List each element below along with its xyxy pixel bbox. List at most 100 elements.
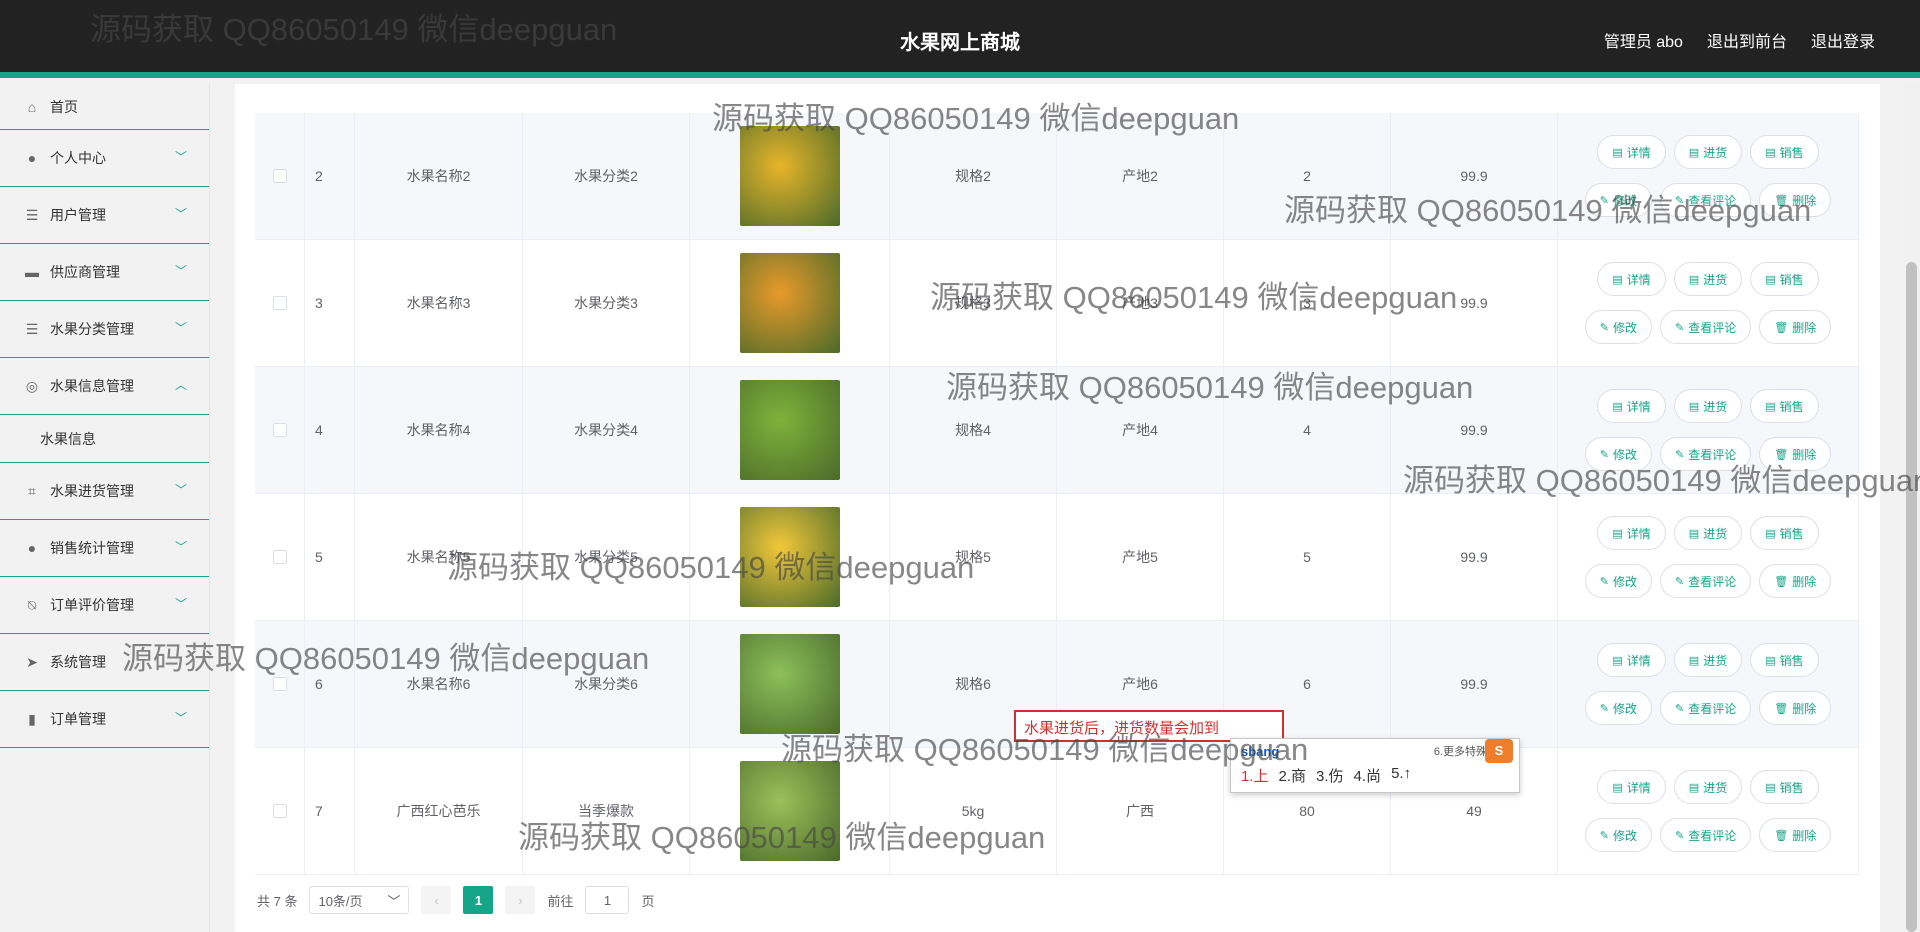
fruit-name: 水果名称2 [355, 113, 523, 239]
stock-button[interactable]: ▤ 进货 [1673, 516, 1743, 550]
delete-label: 删除 [1792, 574, 1817, 589]
detail-button[interactable]: ▤ 详情 [1597, 643, 1666, 677]
stock-button[interactable]: ▤ 进货 [1673, 770, 1743, 804]
sell-button[interactable]: ▤ 销售 [1750, 135, 1819, 169]
sidebar-item-reviews[interactable]: ⍉ 订单评价管理 ﹀ [0, 577, 209, 634]
sell-button[interactable]: ▤ 销售 [1750, 770, 1819, 804]
view-reviews-button[interactable]: ✎ 查看评论 [1660, 437, 1752, 471]
sell-button[interactable]: ▤ 销售 [1750, 643, 1819, 677]
sell-button[interactable]: ▤ 销售 [1750, 516, 1819, 550]
row-select-cell [255, 367, 305, 493]
edit-button[interactable]: ✎ 修改 [1584, 564, 1652, 598]
fruit-image [739, 380, 840, 480]
sogou-logo-icon: S [1485, 739, 1513, 763]
edit-button[interactable]: ✎ 修改 [1584, 183, 1652, 217]
delete-button[interactable]: 🗑 删除 [1759, 310, 1832, 344]
fruit-category: 水果分类2 [523, 113, 690, 239]
ime-candidate-window[interactable]: sbang 6.更多特殊符号 1.上 2.商 3.伤 4.尚 5.↑ S [1230, 738, 1520, 793]
admin-label[interactable]: 管理员 abo [1604, 28, 1683, 52]
prev-page-button[interactable]: ‹ [421, 886, 452, 914]
edit-button[interactable]: ✎ 修改 [1584, 818, 1652, 852]
page-size-select[interactable]: 10条/页 ﹀ [309, 886, 410, 914]
stock-button[interactable]: ▤ 进货 [1673, 389, 1743, 423]
edit-button[interactable]: ✎ 修改 [1584, 310, 1652, 344]
sidebar-item-fruit-info[interactable]: ◎ 水果信息管理 ︿ [0, 358, 209, 415]
chevron-down-icon: ﹀ [174, 264, 187, 278]
ime-candidate[interactable]: 4.尚 [1354, 765, 1382, 786]
stock-button[interactable]: ▤ 进货 [1673, 262, 1743, 296]
ime-candidate[interactable]: 2.商 [1279, 765, 1307, 786]
stock-button[interactable]: ▤ 进货 [1673, 643, 1743, 677]
fruit-quantity: 5 [1224, 494, 1391, 620]
list-icon: ☰ [25, 320, 39, 337]
delete-button[interactable]: 🗑 删除 [1759, 691, 1832, 725]
delete-button[interactable]: 🗑 删除 [1759, 437, 1832, 471]
sell-button[interactable]: ▤ 销售 [1750, 389, 1819, 423]
ime-candidate[interactable]: 1.上 [1241, 765, 1269, 786]
row-index: 4 [305, 367, 355, 493]
fruit-origin: 产地5 [1057, 494, 1224, 620]
fruit-spec: 规格5 [890, 494, 1057, 620]
fruit-origin: 产地4 [1057, 367, 1224, 493]
edit-icon: ✎ [1675, 448, 1685, 461]
document-icon: ▤ [1765, 146, 1776, 159]
fruit-category: 水果分类5 [523, 494, 690, 620]
edit-icon: ✎ [1675, 575, 1685, 588]
delete-button[interactable]: 🗑 删除 [1759, 818, 1832, 852]
sidebar-item-system[interactable]: ➤ 系统管理 [0, 634, 209, 691]
delete-button[interactable]: 🗑 删除 [1759, 564, 1832, 598]
delete-label: 删除 [1792, 447, 1817, 462]
edit-button[interactable]: ✎ 修改 [1584, 437, 1652, 471]
row-checkbox[interactable] [272, 804, 287, 818]
sidebar-item-label: 供应商管理 [50, 264, 120, 280]
edit-icon: ✎ [1675, 702, 1685, 715]
row-checkbox[interactable] [272, 677, 287, 691]
sidebar-item-users[interactable]: ☰ 用户管理 ﹀ [0, 187, 209, 244]
view-reviews-button[interactable]: ✎ 查看评论 [1660, 564, 1752, 598]
document-icon: ▤ [1612, 400, 1623, 413]
sidebar-item-suppliers[interactable]: ▬ 供应商管理 ﹀ [0, 244, 209, 301]
sidebar-item-profile[interactable]: ● 个人中心 ﹀ [0, 130, 209, 187]
sidebar-item-label: 销售统计管理 [50, 540, 134, 556]
stock-button[interactable]: ▤ 进货 [1673, 135, 1743, 169]
fruit-image [739, 126, 840, 226]
view-reviews-button[interactable]: ✎ 查看评论 [1660, 691, 1752, 725]
detail-button[interactable]: ▤ 详情 [1597, 135, 1666, 169]
goto-page-input[interactable]: 1 [585, 886, 630, 914]
row-checkbox[interactable] [272, 423, 287, 437]
row-checkbox[interactable] [272, 296, 287, 310]
row-select-cell [255, 748, 305, 874]
row-checkbox[interactable] [272, 169, 287, 183]
sidebar-item-categories[interactable]: ☰ 水果分类管理 ﹀ [0, 301, 209, 358]
document-icon: ▤ [1688, 273, 1700, 286]
logout-link[interactable]: 退出登录 [1811, 28, 1875, 52]
edit-button[interactable]: ✎ 修改 [1584, 691, 1652, 725]
sidebar-item-stock[interactable]: ⌗ 水果进货管理 ﹀ [0, 463, 209, 520]
scrollbar[interactable] [1903, 84, 1920, 932]
next-page-button[interactable]: › [505, 886, 536, 914]
detail-button[interactable]: ▤ 详情 [1597, 770, 1666, 804]
sell-button[interactable]: ▤ 销售 [1750, 262, 1819, 296]
edit-icon: ✎ [1599, 194, 1609, 207]
to-front-link[interactable]: 退出到前台 [1707, 28, 1787, 52]
bulb-icon: ● [27, 540, 37, 556]
document-icon: ▤ [1688, 400, 1700, 413]
delete-button[interactable]: 🗑 删除 [1759, 183, 1832, 217]
view-reviews-button[interactable]: ✎ 查看评论 [1660, 183, 1752, 217]
detail-button[interactable]: ▤ 详情 [1597, 262, 1666, 296]
detail-button[interactable]: ▤ 详情 [1597, 389, 1666, 423]
ime-candidate[interactable]: 5.↑ [1391, 765, 1411, 786]
sidebar-subitem-fruit-info[interactable]: 水果信息 [0, 415, 209, 463]
row-checkbox[interactable] [272, 550, 287, 564]
chevron-down-icon: ﹀ [174, 483, 187, 497]
edit-icon: ✎ [1675, 829, 1685, 842]
scrollbar-thumb[interactable] [1906, 262, 1917, 932]
sidebar-item-home[interactable]: ⌂ 首页 [0, 84, 209, 130]
view-reviews-button[interactable]: ✎ 查看评论 [1660, 818, 1752, 852]
page-number-button[interactable]: 1 [463, 886, 494, 914]
sidebar-item-orders[interactable]: ▮ 订单管理 ﹀ [0, 691, 209, 748]
detail-button[interactable]: ▤ 详情 [1597, 516, 1666, 550]
ime-candidate[interactable]: 3.伤 [1316, 765, 1344, 786]
view-reviews-button[interactable]: ✎ 查看评论 [1660, 310, 1752, 344]
sidebar-item-sales[interactable]: ● 销售统计管理 ﹀ [0, 520, 209, 577]
